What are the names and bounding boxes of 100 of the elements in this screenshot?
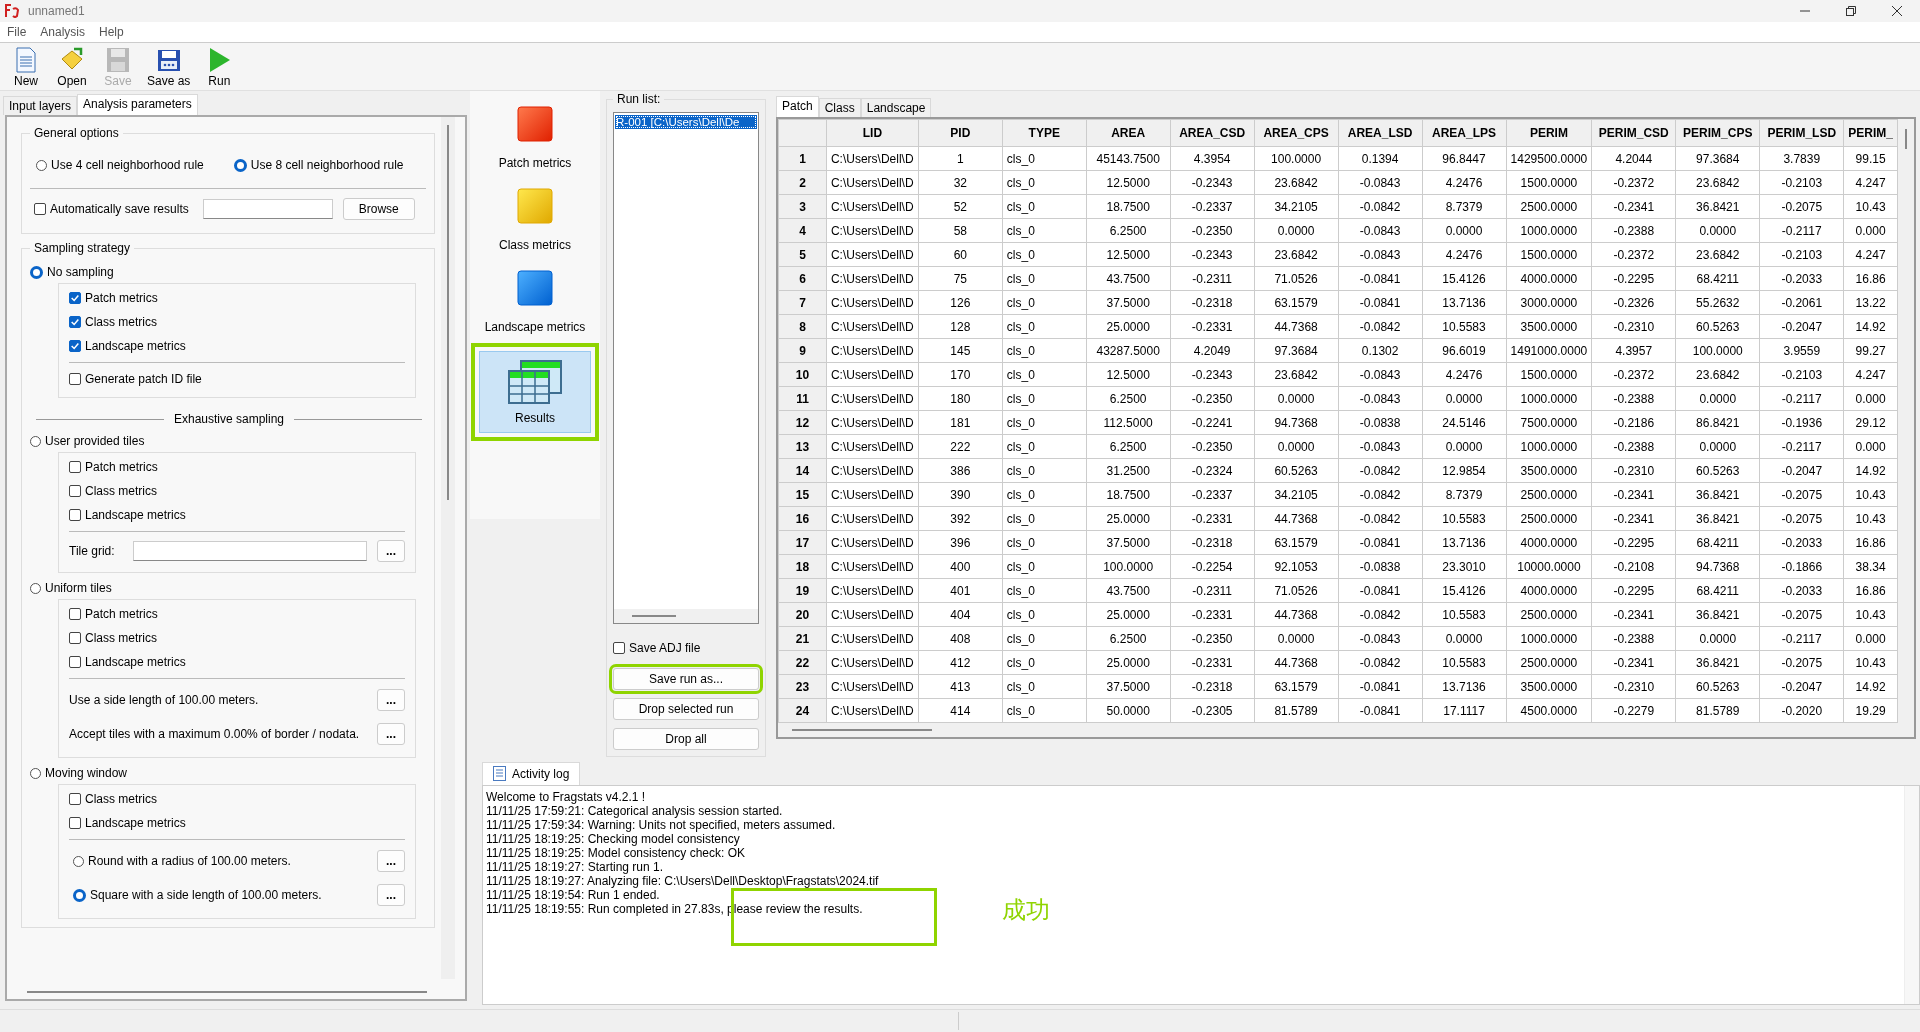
scrollbar-thumb[interactable] xyxy=(447,125,449,500)
scrollbar-thumb[interactable] xyxy=(27,991,427,993)
column-header[interactable]: AREA xyxy=(1086,119,1171,147)
edit-button[interactable]: ... xyxy=(377,884,405,906)
radio-button[interactable] xyxy=(73,855,84,867)
checkbox[interactable] xyxy=(69,485,81,497)
tab[interactable]: Activity log xyxy=(482,762,581,785)
row-header[interactable]: 9 xyxy=(778,338,827,363)
menu-item[interactable]: Analysis xyxy=(40,25,86,39)
edit-button[interactable]: ... xyxy=(377,689,405,711)
table-cell: 86.8421 xyxy=(1675,410,1760,435)
row-header[interactable]: 22 xyxy=(778,650,827,675)
radio-button[interactable] xyxy=(73,888,86,902)
row-header[interactable]: 21 xyxy=(778,626,827,651)
radio-button[interactable] xyxy=(30,767,41,779)
row-header[interactable]: 8 xyxy=(778,314,827,339)
scrollbar-thumb[interactable] xyxy=(792,729,932,731)
column-header[interactable]: PERIM xyxy=(1506,119,1592,147)
row-header[interactable]: 3 xyxy=(778,194,827,219)
restore-icon[interactable] xyxy=(1846,6,1856,16)
nav-item[interactable]: Patch metrics xyxy=(479,105,591,187)
checkbox[interactable] xyxy=(69,608,81,620)
row-header[interactable]: 5 xyxy=(778,242,827,267)
row-header[interactable]: 6 xyxy=(778,266,827,291)
checkbox[interactable] xyxy=(69,632,81,644)
menu-item[interactable]: Help xyxy=(99,25,124,39)
column-header[interactable]: AREA_CSD xyxy=(1170,119,1255,147)
tab[interactable]: Patch xyxy=(776,96,819,117)
row-header[interactable]: 18 xyxy=(778,554,827,579)
tab[interactable]: Landscape xyxy=(860,98,932,117)
column-header[interactable]: PERIM_CPS xyxy=(1675,119,1760,147)
radio-button[interactable] xyxy=(30,582,41,594)
nav-item[interactable]: Landscape metrics xyxy=(479,269,591,351)
radio-button[interactable] xyxy=(30,435,41,447)
checkbox[interactable] xyxy=(69,793,81,805)
checkbox[interactable] xyxy=(69,461,81,473)
checkbox[interactable] xyxy=(69,509,81,521)
radio-button[interactable] xyxy=(30,265,43,279)
toolbar-button[interactable]: Save as xyxy=(144,47,194,90)
row-header[interactable]: 7 xyxy=(778,290,827,315)
column-header[interactable]: PERIM_ xyxy=(1843,119,1898,147)
checkbox[interactable] xyxy=(69,656,81,668)
row-header[interactable]: 2 xyxy=(778,170,827,195)
row-header[interactable]: 13 xyxy=(778,434,827,459)
toolbar-button[interactable]: New xyxy=(6,47,46,90)
checkbox[interactable] xyxy=(34,203,46,215)
column-header[interactable]: PID xyxy=(918,119,1003,147)
row-header[interactable]: 19 xyxy=(778,578,827,603)
checkbox[interactable] xyxy=(69,817,81,829)
row-header[interactable]: 4 xyxy=(778,218,827,243)
run-item[interactable]: R-001 [C:\Users\Dell\De xyxy=(615,115,757,129)
row-header[interactable]: 24 xyxy=(778,698,827,723)
edit-button[interactable]: ... xyxy=(377,723,405,745)
tab[interactable]: Input layers xyxy=(3,96,78,115)
row-header[interactable]: 15 xyxy=(778,482,827,507)
browse-button[interactable]: ... xyxy=(377,540,405,562)
list-action-button[interactable]: Drop all xyxy=(613,728,759,750)
table-cell: -0.2075 xyxy=(1759,650,1844,675)
tab[interactable]: Analysis parameters xyxy=(77,94,198,115)
scrollbar-thumb[interactable] xyxy=(632,615,676,617)
column-header[interactable]: AREA_LPS xyxy=(1422,119,1507,147)
column-header[interactable]: LID xyxy=(826,119,919,147)
table-cell: 4.3954 xyxy=(1170,146,1255,171)
edit-button[interactable]: ... xyxy=(377,850,405,872)
nav-item[interactable]: Class metrics xyxy=(479,187,591,269)
row-header[interactable]: 12 xyxy=(778,410,827,435)
tile-grid-field[interactable] xyxy=(132,541,367,561)
column-header[interactable]: PERIM_CSD xyxy=(1591,119,1676,147)
radio-button[interactable] xyxy=(233,158,247,172)
checkbox[interactable] xyxy=(69,316,81,328)
toolbar-button[interactable]: Run xyxy=(199,47,240,90)
toolbar-button[interactable]: Open xyxy=(52,47,92,90)
browse-button[interactable]: Browse xyxy=(342,198,415,220)
column-header[interactable]: PERIM_LSD xyxy=(1759,119,1844,147)
row-header[interactable]: 11 xyxy=(778,386,827,411)
radio-button[interactable] xyxy=(36,159,47,171)
column-header[interactable]: AREA_LSD xyxy=(1338,119,1423,147)
column-header[interactable]: AREA_CPS xyxy=(1254,119,1339,147)
list-action-button[interactable]: Drop selected run xyxy=(613,698,759,720)
table-cell: 0.0000 xyxy=(1675,218,1760,243)
row-header[interactable]: 10 xyxy=(778,362,827,387)
row-header[interactable]: 16 xyxy=(778,506,827,531)
row-header[interactable]: 23 xyxy=(778,674,827,699)
radio-label: Use 8 cell neighborhood rule xyxy=(250,158,404,172)
checkbox[interactable] xyxy=(69,292,81,304)
scrollbar[interactable] xyxy=(1904,786,1919,1004)
row-header[interactable]: 1 xyxy=(778,146,827,171)
checkbox[interactable] xyxy=(69,340,81,352)
close-icon[interactable] xyxy=(1892,6,1902,16)
row-header[interactable]: 14 xyxy=(778,458,827,483)
tab[interactable]: Class xyxy=(818,98,861,117)
table-cell: C:\Users\Dell\D xyxy=(826,578,919,603)
column-header[interactable]: TYPE xyxy=(1002,119,1087,147)
row-header[interactable]: 20 xyxy=(778,602,827,627)
row-header[interactable]: 17 xyxy=(778,530,827,555)
scrollbar-thumb[interactable] xyxy=(1905,129,1907,149)
menu-item[interactable]: File xyxy=(7,25,27,39)
checkbox[interactable] xyxy=(69,373,81,385)
checkbox[interactable] xyxy=(613,642,625,654)
path-field[interactable] xyxy=(202,199,333,219)
